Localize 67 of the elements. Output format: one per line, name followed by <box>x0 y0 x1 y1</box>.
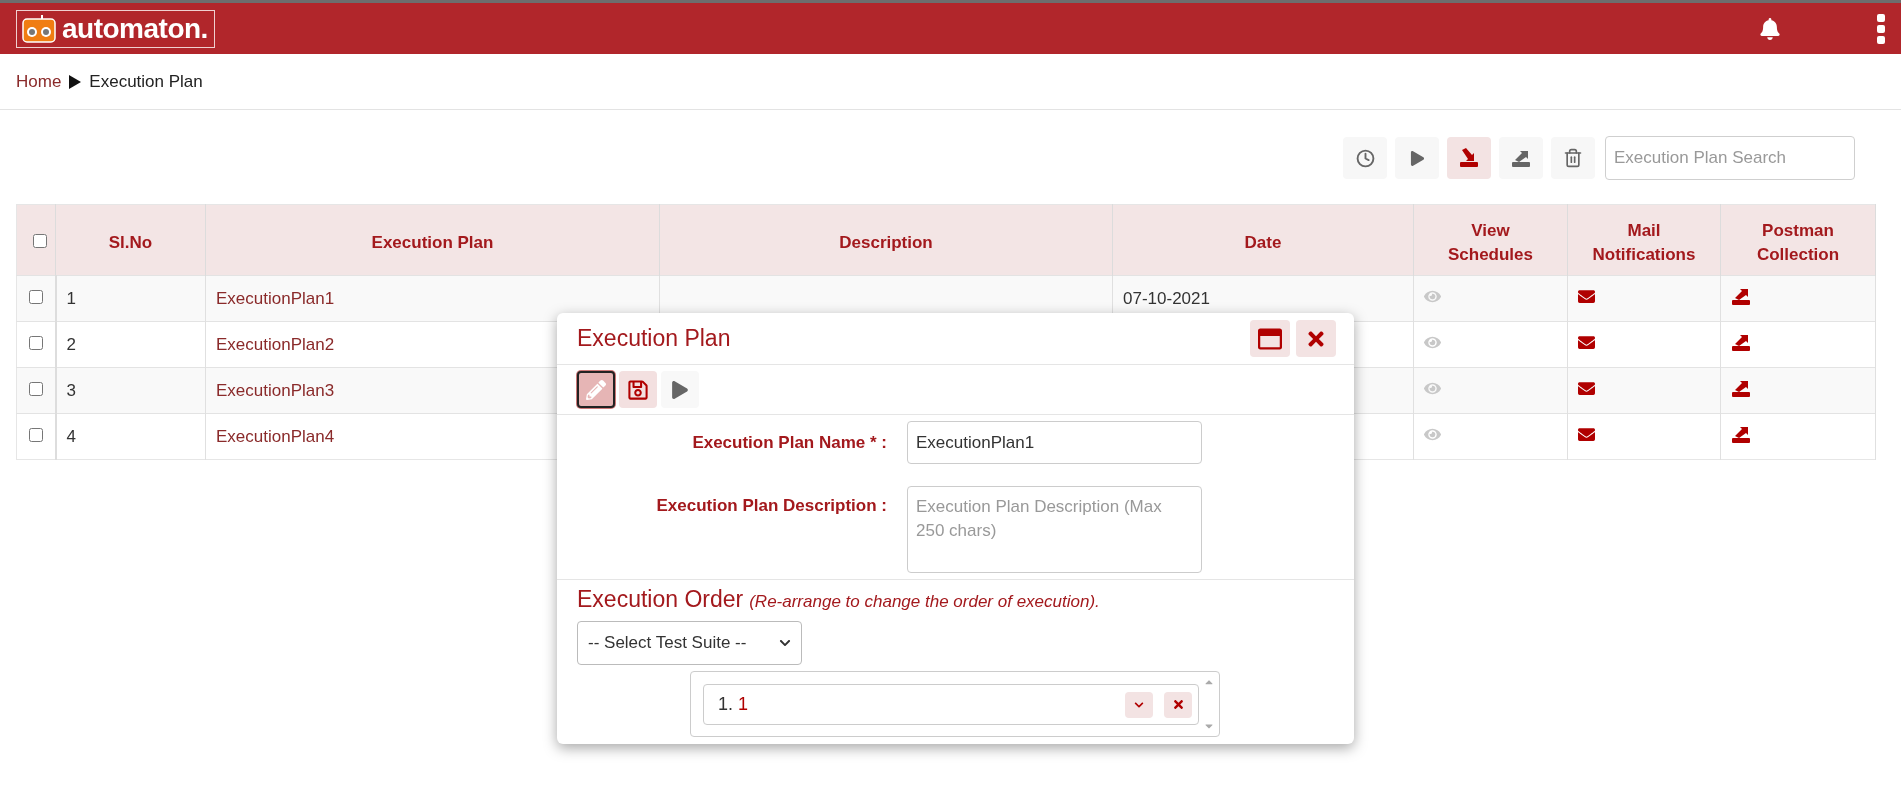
column-header: Mail Notifications <box>1567 204 1721 276</box>
vertical-dots-menu-icon[interactable] <box>1877 13 1885 44</box>
clock-icon <box>1355 148 1375 168</box>
robot-logo-icon <box>22 14 56 43</box>
play-icon <box>1409 150 1425 166</box>
trash-icon <box>1563 148 1583 168</box>
plan-name-link[interactable]: ExecutionPlan1 <box>216 288 335 308</box>
item-name: 1 <box>738 694 750 715</box>
row-checkbox[interactable] <box>28 427 43 442</box>
envelope-icon[interactable] <box>1578 379 1595 397</box>
remove-button[interactable] <box>1164 691 1192 718</box>
dialog-title: Execution Plan <box>577 325 732 352</box>
chevron-down-icon <box>1134 699 1144 710</box>
save-icon <box>627 378 649 401</box>
toolbar-button[interactable] <box>1343 137 1387 179</box>
maximize-button[interactable] <box>1250 320 1290 357</box>
row-checkbox[interactable] <box>28 335 43 350</box>
tray-arrow-icon <box>1731 378 1751 398</box>
logo[interactable]: automaton. <box>16 9 215 48</box>
tray-arrow-icon <box>1731 332 1751 352</box>
row-checkbox[interactable] <box>28 381 43 396</box>
envelope-icon[interactable] <box>1578 425 1595 443</box>
breadcrumb-current: Execution Plan <box>89 71 203 92</box>
field-label: Execution Plan Name * : <box>691 432 887 453</box>
play-icon <box>671 380 689 399</box>
plan-name-link[interactable]: ExecutionPlan4 <box>216 426 335 446</box>
envelope-icon[interactable] <box>1578 287 1595 305</box>
search-field[interactable]: Execution Plan Search <box>1605 136 1855 180</box>
column-header: Description <box>659 204 1113 276</box>
row-checkbox[interactable] <box>28 289 43 304</box>
tray-arrow-icon <box>1459 148 1479 168</box>
description-input-field[interactable]: Execution Plan Description (Max 250 chars) <box>907 486 1202 573</box>
tray-arrow-icon <box>1731 286 1751 306</box>
section-note: (Re-arrange to change the order of execution). <box>749 592 1100 612</box>
table-cell: 4 <box>55 413 206 460</box>
window-icon <box>1258 326 1282 351</box>
column-header: Date <box>1112 204 1414 276</box>
name-input-field[interactable]: ExecutionPlan1 <box>907 421 1202 464</box>
close-button[interactable] <box>1296 320 1336 357</box>
toolbar-button[interactable] <box>1447 137 1491 179</box>
breadcrumb-link[interactable]: Home <box>16 71 62 92</box>
toolbar-button[interactable] <box>1499 137 1543 179</box>
section-title: Execution Order <box>577 586 744 613</box>
plan-name-link[interactable]: ExecutionPlan3 <box>216 380 335 400</box>
select-all-checkbox[interactable] <box>33 234 47 249</box>
pencil-icon <box>586 379 606 400</box>
tray-arrow-icon <box>1511 148 1531 168</box>
dialog-tool-button[interactable] <box>577 371 615 408</box>
close-icon <box>1171 698 1185 711</box>
bell-icon[interactable] <box>1759 17 1781 40</box>
column-header: View Schedules <box>1413 204 1568 276</box>
test-suite-select[interactable]: -- Select Test Suite -- <box>577 621 802 665</box>
toolbar-button[interactable] <box>1395 137 1439 179</box>
column-header: Postman Collection <box>1720 204 1876 276</box>
column-header: Sl.No <box>55 204 206 276</box>
column-header: Execution Plan <box>205 204 660 276</box>
field-label: Execution Plan Description : <box>655 495 887 516</box>
plan-name-link[interactable]: ExecutionPlan2 <box>216 334 335 354</box>
expand-button[interactable] <box>1125 691 1153 718</box>
logo-text: automaton. <box>62 12 208 45</box>
tray-arrow-icon <box>1731 424 1751 444</box>
order-list-item[interactable]: 1. 1 <box>703 684 1199 725</box>
toolbar-button[interactable] <box>1551 137 1595 179</box>
triangle-separator-icon <box>69 74 82 89</box>
chevron-down-icon <box>779 637 791 649</box>
envelope-icon[interactable] <box>1578 333 1595 351</box>
item-number: 1. <box>718 694 733 715</box>
